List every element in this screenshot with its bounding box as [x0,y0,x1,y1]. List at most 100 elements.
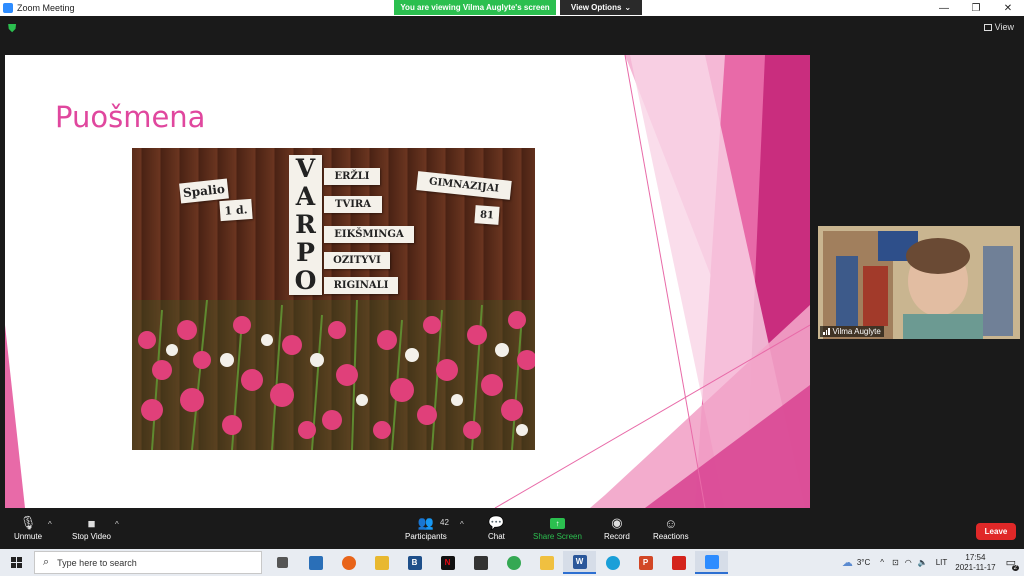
edge-icon [605,555,620,570]
meeting-toolbar: 🎙 Unmute ^ ■ Stop Video ^ 👥 Participants… [0,511,1024,549]
smiley-plus-icon: ☺ [664,515,678,531]
view-label: View [994,22,1014,32]
close-button[interactable]: ✕ [992,0,1024,16]
share-screen-label: Share Screen [533,532,582,541]
taskbar-app[interactable]: P [629,551,662,574]
participant-video-tile[interactable]: Vilma Auglyte [818,226,1020,339]
audio-options-caret-icon[interactable]: ^ [48,520,52,529]
taskbar-app[interactable] [266,551,299,574]
network-icon[interactable]: ⊡ [892,558,899,567]
word-card: RIGINALI [324,277,398,294]
word-card: TVIRA [324,196,382,213]
card-81: 81 [474,205,500,225]
taskbar-search-box[interactable]: ⌕ Type here to search [34,551,262,574]
leave-button[interactable]: Leave [976,523,1016,540]
notification-count: 2 [1011,565,1019,571]
chevron-down-icon: ⌄ [624,3,632,12]
zoom-app-icon [3,3,13,13]
input-language[interactable]: LIT [936,558,948,567]
taskbar-app[interactable]: B [398,551,431,574]
zoom-icon [704,554,719,569]
word-card: EIKŠMINGA [324,226,414,243]
card-1d: 1 d. [219,198,253,222]
b-app-icon: B [407,555,422,570]
viewing-banner: You are viewing Vilma Auglyte's screen [394,0,556,15]
clock-date: 2021-11-17 [955,562,996,572]
view-options-button[interactable]: View Options ⌄ [560,0,642,15]
photos-app-icon [308,555,323,570]
chrome-icon [506,555,521,570]
participants-caret-icon[interactable]: ^ [460,520,464,529]
letter: R [295,210,316,239]
card-gimnazijai: GIMNAZIJAI [416,171,512,200]
word-icon: W [572,554,587,569]
task-view-icon [277,557,288,568]
microphone-muted-icon: 🎙 [19,515,37,530]
taskbar-app[interactable] [695,551,728,574]
participant-name-tag: Vilma Auglyte [820,326,884,337]
grid-icon [983,23,992,31]
taskbar-app[interactable] [299,551,332,574]
participants-icon: 👥 [417,515,434,530]
varpo-letters: V A R P O [289,155,322,295]
stop-video-label: Stop Video [72,532,111,541]
taskbar-app[interactable] [464,551,497,574]
security-shield-icon[interactable]: ⛊ [8,23,19,35]
wifi-icon[interactable]: ◠ [905,558,912,567]
chat-label: Chat [488,532,505,541]
notifications-icon[interactable]: ▭ 2 [1006,556,1019,571]
taskbar-app[interactable]: W [563,551,596,574]
file-folder-app-icon [374,555,389,570]
windows-start-icon[interactable] [11,557,22,568]
participant-name: Vilma Auglyte [832,327,881,336]
chat-bubble-icon: 💬 [488,515,505,530]
store-icon [473,555,488,570]
card-spalio: Spalio [179,178,229,204]
video-options-caret-icon[interactable]: ^ [115,520,119,529]
word-card: OZITYVI [324,252,390,269]
participants-count: 42 [440,518,449,527]
window-title: Zoom Meeting [17,3,75,13]
slide-photo: Spalio 1 d. V A R P O ERŽLI TVIRA EIKŠMI… [132,148,535,450]
taskbar-app[interactable] [530,551,563,574]
reactions-label: Reactions [653,532,689,541]
taskbar-apps: B N W P [266,551,728,574]
search-icon: ⌕ [43,556,50,568]
restore-button[interactable]: ❐ [960,0,992,16]
firefox-icon [341,555,356,570]
reactions-button[interactable]: ☺ Reactions [653,514,689,542]
record-label: Record [604,532,630,541]
shared-screen-slide: Puošmena Spalio 1 d. V A R P O ERŽLI TVI… [5,55,810,508]
weather-temp[interactable]: 3°C [857,558,870,567]
tray-expand-icon[interactable]: ^ [880,558,884,567]
view-button[interactable]: View [983,22,1014,32]
clock-time: 17:54 [965,552,986,562]
taskbar-clock[interactable]: 17:54 2021-11-17 [955,553,995,573]
share-screen-button[interactable]: ↑ Share Screen [533,514,582,541]
weather-cloud-icon: ☁ [841,557,853,569]
minimize-button[interactable]: — [928,0,960,16]
record-icon: ◉ [611,515,623,530]
chat-button[interactable]: 💬 Chat [488,514,505,541]
powerpoint-icon: P [638,555,653,570]
system-tray: ☁ 3°C ^ ⊡ ◠ 🔈 LIT 17:54 2021-11-17 ▭ 2 [842,549,1024,576]
letter: O [294,266,317,295]
taskbar-app[interactable] [497,551,530,574]
record-button[interactable]: ◉ Record [604,514,630,541]
gladiolus-flowers [132,300,535,450]
unmute-button[interactable]: 🎙 Unmute [14,514,42,541]
netflix-icon: N [440,555,455,570]
stop-video-button[interactable]: ■ Stop Video [72,514,111,542]
acrobat-icon [671,555,686,570]
signal-strength-icon [823,328,830,335]
taskbar-app[interactable] [365,551,398,574]
letter: V [295,154,316,183]
participants-label: Participants [405,532,447,541]
taskbar-app[interactable] [662,551,695,574]
file-explorer-icon [539,555,554,570]
view-options-label: View Options [570,3,622,12]
volume-icon[interactable]: 🔈 [918,558,928,567]
taskbar-app[interactable]: N [431,551,464,574]
taskbar-app[interactable] [596,551,629,574]
taskbar-app[interactable] [332,551,365,574]
